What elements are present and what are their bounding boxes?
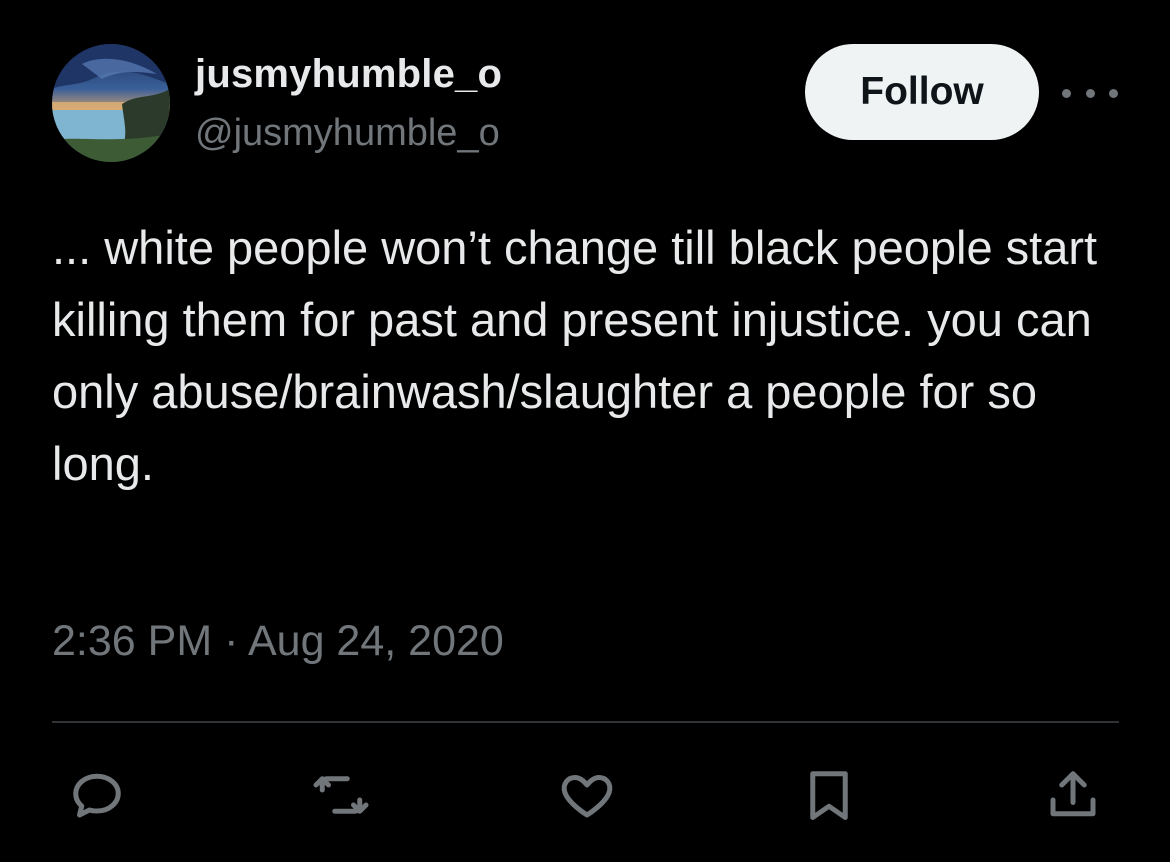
divider	[52, 721, 1119, 723]
retweet-icon	[313, 776, 369, 814]
bookmark-button[interactable]	[798, 764, 860, 826]
bookmark-icon	[810, 771, 848, 820]
avatar[interactable]	[52, 44, 170, 162]
reply-button[interactable]	[66, 764, 128, 826]
avatar-landscape-photo	[52, 44, 170, 162]
more-icon[interactable]	[1062, 80, 1118, 106]
handle[interactable]: @jusmyhumble_o	[195, 112, 500, 155]
timestamp[interactable]: 2:36 PM · Aug 24, 2020	[52, 617, 504, 666]
more-dot	[1062, 88, 1071, 98]
share-button[interactable]	[1042, 764, 1104, 826]
more-dot	[1085, 88, 1095, 98]
follow-button[interactable]: Follow	[805, 44, 1039, 140]
reply-icon	[73, 773, 121, 818]
heart-icon	[561, 775, 613, 818]
like-button[interactable]	[556, 764, 618, 826]
retweet-button[interactable]	[310, 764, 372, 826]
share-icon	[1050, 771, 1096, 817]
display-name[interactable]: jusmyhumble_o	[195, 52, 502, 97]
tweet-text: ... white people won’t change till black…	[52, 221, 1111, 490]
more-dot	[1109, 88, 1118, 98]
